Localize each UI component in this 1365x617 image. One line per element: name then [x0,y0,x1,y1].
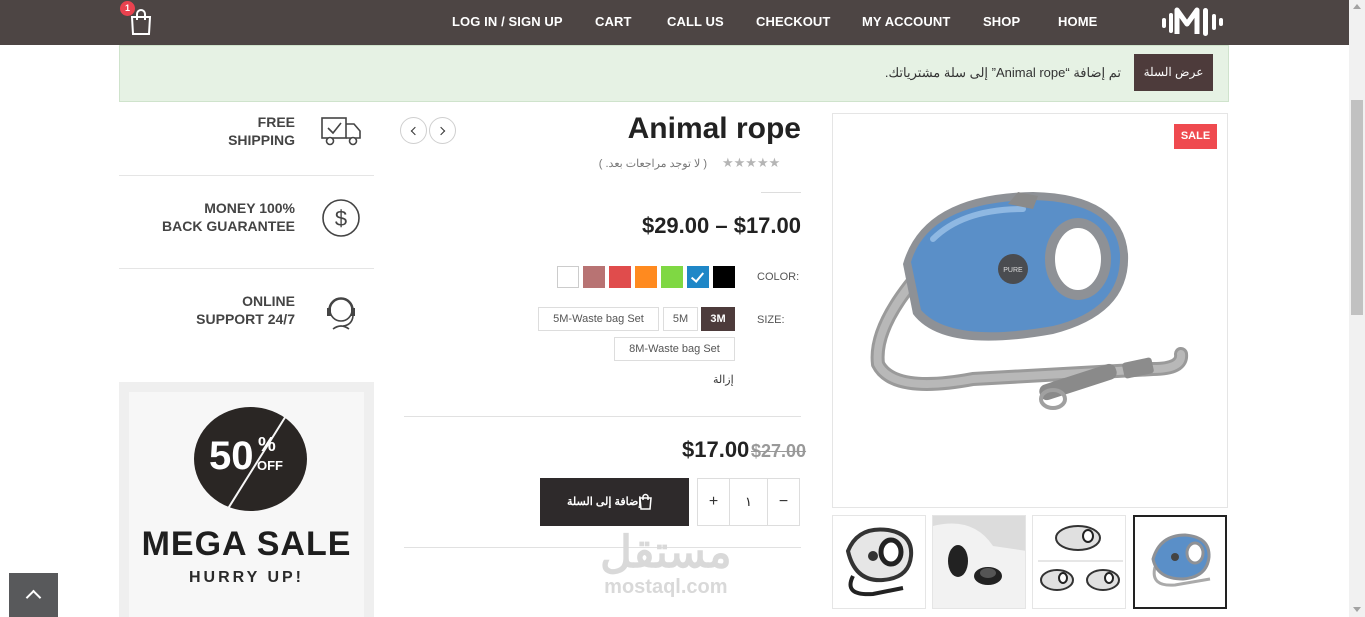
price-range: $29.00 – $17.00 [641,213,801,238]
mega-sale-banner[interactable]: 50 % OFF MEGA SALE HURRY UP! [119,382,374,617]
color-label: COLOR: [757,271,800,283]
back-to-top-button[interactable] [9,573,58,617]
chevron-up-icon [25,589,42,606]
added-to-cart-notice: تم إضافة “Animal rope” إلى سلة مشترياتك.… [119,45,1229,102]
size-option-5m-waste-bag-set[interactable]: 5M-Waste bag Set [538,307,659,331]
color-swatch[interactable] [557,266,579,288]
sale-price: $17.00 [682,437,750,462]
watermark-latin: mostaql.com [604,576,728,598]
size-label: SIZE: [757,314,785,326]
add-to-cart-button[interactable]: إضافة إلى السلة [540,478,689,526]
discount-number: 50 [209,434,254,478]
color-swatch[interactable] [583,266,605,288]
feature-free-shipping: FREE SHIPPING [119,104,374,176]
divider [761,192,801,193]
headset-support-icon [319,291,363,331]
nav-login-signup[interactable]: LOG IN / SIGN UP [452,14,563,29]
quantity-input[interactable]: ١ [729,479,768,525]
chevron-left-icon [410,126,420,136]
scroll-up-arrow-icon[interactable] [1353,4,1361,9]
shopping-bag-icon [638,493,653,510]
nav-checkout[interactable]: CHECKOUT [756,14,830,29]
nav-home[interactable]: HOME [1058,14,1097,29]
nav-shop[interactable]: SHOP [983,14,1020,29]
notice-message: تم إضافة “Animal rope” إلى سلة مشترياتك. [884,65,1121,80]
view-cart-button[interactable]: عرض السلة [1134,54,1213,91]
color-swatch[interactable] [713,266,735,288]
product-thumbnail[interactable] [1032,515,1126,609]
rating-stars-icon: ★★★★★ [722,155,781,170]
feature-money-back: MONEY 100% BACK GUARANTEE $ [119,176,374,269]
add-to-cart-label: إضافة إلى السلة [567,496,642,508]
color-swatch[interactable] [609,266,631,288]
quantity-minus-button[interactable]: − [768,479,799,525]
svg-text:PURE: PURE [1003,267,1023,274]
feature-label: MONEY 100% BACK GUARANTEE [162,200,295,234]
banner-image: 50 % OFF MEGA SALE HURRY UP! [129,392,364,617]
scroll-down-arrow-icon[interactable] [1353,607,1361,612]
discount-percent: % [258,434,276,456]
product-thumbnail[interactable] [932,515,1026,609]
divider [404,416,801,417]
nav-my-account[interactable]: MY ACCOUNT [862,14,950,29]
feature-label: FREE SHIPPING [228,114,295,148]
cart-count-badge: 1 [120,1,135,16]
nav-cart[interactable]: CART [595,14,632,29]
truck-check-icon [319,114,363,154]
nav-call-us[interactable]: CALL US [667,14,724,29]
watermark-arabic: مستقل [600,528,732,577]
product-thumbnail-selected[interactable] [1133,515,1227,609]
discount-off: OFF [257,458,283,473]
site-logo[interactable] [1160,4,1226,40]
chevron-right-icon [436,126,446,136]
size-option-8m-waste-bag-set[interactable]: 8M-Waste bag Set [614,337,735,361]
product-title: Animal rope [627,112,801,145]
product-thumbnail[interactable] [832,515,926,609]
sale-badge: SALE [1174,124,1217,149]
promo-headline: MEGA SALE [141,525,352,563]
dollar-coin-icon: $ [319,198,363,238]
quantity-plus-button[interactable]: + [698,479,729,525]
size-option-3m[interactable]: 3M [701,307,735,331]
scrollbar-thumb[interactable] [1351,100,1363,315]
next-product-button[interactable] [429,117,456,144]
color-swatch[interactable] [661,266,683,288]
feature-label: ONLINE SUPPORT 24/7 [196,293,295,327]
prev-product-button[interactable] [400,117,427,144]
reviews-link[interactable]: ( لا توجد مراجعات بعد. ) [599,157,707,170]
color-swatch[interactable] [687,266,709,288]
color-swatch[interactable] [635,266,657,288]
quantity-stepper: + ١ − [697,478,800,526]
size-option-5m[interactable]: 5M [663,307,698,331]
old-price: $27.00 [751,441,807,461]
mostaql-watermark: مستقل mostaql.com [600,530,732,599]
product-main-image[interactable]: PURE [832,113,1228,508]
feature-online-support: ONLINE SUPPORT 24/7 [119,269,374,359]
clear-selection-link[interactable]: إزالة [713,373,734,386]
promo-subline: HURRY UP! [188,569,304,586]
svg-text:$: $ [335,206,347,231]
